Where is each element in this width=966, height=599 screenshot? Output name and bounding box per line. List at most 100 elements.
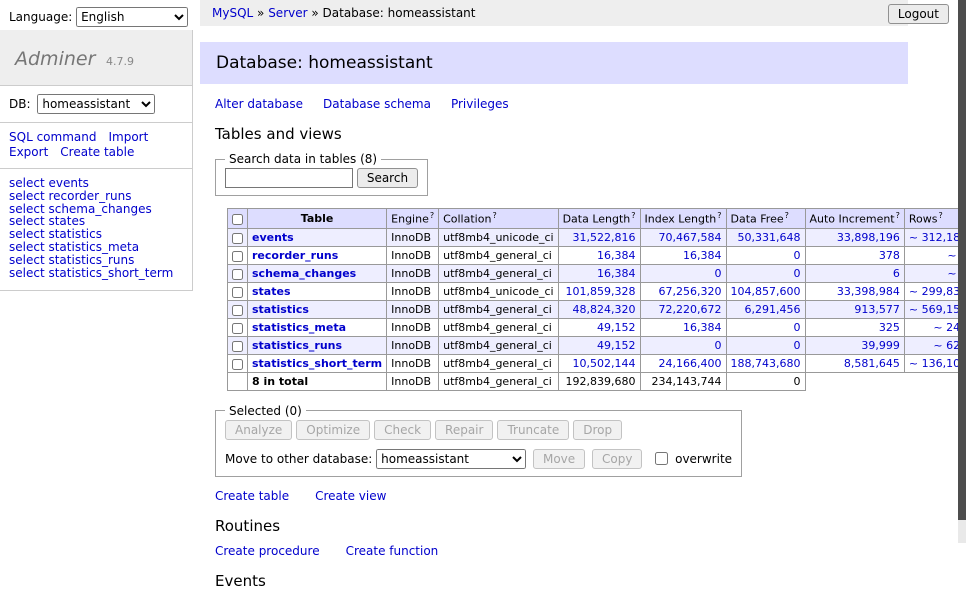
sidebar-select-events[interactable]: select events [9,177,183,190]
data-length-link[interactable]: 16,384 [597,267,636,280]
index-length-link[interactable]: 16,384 [683,249,722,262]
table-link-recorder-runs[interactable]: recorder_runs [252,249,338,262]
column-help-link[interactable]: ? [938,211,942,220]
move-button[interactable]: Move [533,449,585,469]
repair-button[interactable]: Repair [435,420,493,440]
data-free-link[interactable]: 188,743,680 [731,357,801,370]
column-help-link[interactable]: ? [717,211,721,220]
move-db-select[interactable]: homeassistant [376,449,526,469]
sidebar-select-statistics-short-term[interactable]: select statistics_short_term [9,267,183,280]
index-length-link[interactable]: 0 [715,339,722,352]
search-button[interactable]: Search [357,168,418,188]
column-help-link[interactable]: ? [430,211,434,220]
table-link-statistics-meta[interactable]: statistics_meta [252,321,346,334]
data-free-link[interactable]: 0 [794,321,801,334]
analyze-button[interactable]: Analyze [225,420,292,440]
drop-button[interactable]: Drop [573,420,622,440]
link-create-procedure[interactable]: Create procedure [215,544,320,558]
select-all-checkbox[interactable] [232,214,243,225]
sidebar-link-sql-command[interactable]: SQL command [9,130,96,144]
truncate-button[interactable]: Truncate [497,420,569,440]
table-name-cell: states [248,282,387,300]
scrollbar-thumb[interactable] [958,0,966,520]
data-free-link[interactable]: 6,291,456 [745,303,801,316]
table-link-statistics-runs[interactable]: statistics_runs [252,339,342,352]
row-checkbox[interactable] [232,341,243,352]
data-free-link[interactable]: 0 [794,249,801,262]
index-length-link[interactable]: 72,220,672 [659,303,722,316]
auto-increment-link[interactable]: 913,577 [854,303,900,316]
data-length-link[interactable]: 49,152 [597,339,636,352]
link-create-view[interactable]: Create view [315,489,386,503]
auto-increment-link[interactable]: 33,898,196 [837,231,900,244]
action-privileges[interactable]: Privileges [451,97,509,111]
data-free-link[interactable]: 0 [794,339,801,352]
row-checkbox[interactable] [232,287,243,298]
table-link-states[interactable]: states [252,285,291,298]
link-create-table[interactable]: Create table [215,489,289,503]
column-help-link[interactable]: ? [896,211,900,220]
data-length-link[interactable]: 16,384 [597,249,636,262]
column-header-table: Table [248,209,387,229]
data-free-link[interactable]: 0 [794,267,801,280]
row-checkbox[interactable] [232,251,243,262]
auto-increment-link[interactable]: 39,999 [861,339,900,352]
auto-increment-link[interactable]: 325 [879,321,900,334]
language-select[interactable]: English [76,7,188,27]
data-free-cell: 0 [726,246,805,264]
db-select[interactable]: homeassistant [37,94,155,114]
auto-increment-link[interactable]: 33,398,984 [837,285,900,298]
index-length-link[interactable]: 16,384 [683,321,722,334]
data-length-link[interactable]: 10,502,144 [573,357,636,370]
data-free-cell: 6,291,456 [726,300,805,318]
index-length-link[interactable]: 67,256,320 [659,285,722,298]
column-header-collation: Collation? [439,209,558,229]
action-alter-database[interactable]: Alter database [215,97,303,111]
data-length-link[interactable]: 101,859,328 [566,285,636,298]
breadcrumb-item-server[interactable]: Server [268,6,307,20]
sidebar-link-create-table[interactable]: Create table [60,145,134,159]
auto-increment-link[interactable]: 378 [879,249,900,262]
table-name-cell: statistics_meta [248,318,387,336]
data-length-link[interactable]: 48,824,320 [573,303,636,316]
sidebar-select-statistics-meta[interactable]: select statistics_meta [9,241,183,254]
column-help-link[interactable]: ? [785,211,789,220]
data-length-link[interactable]: 49,152 [597,321,636,334]
search-input[interactable] [225,168,353,188]
breadcrumb-item-mysql[interactable]: MySQL [212,6,253,20]
auto-increment-link[interactable]: 8,581,645 [844,357,900,370]
row-checkbox[interactable] [232,305,243,316]
sidebar-link-import[interactable]: Import [108,130,148,144]
link-create-function[interactable]: Create function [346,544,439,558]
sidebar-select-recorder-runs[interactable]: select recorder_runs [9,190,183,203]
check-button[interactable]: Check [374,420,431,440]
data-length-link[interactable]: 31,522,816 [573,231,636,244]
table-link-schema-changes[interactable]: schema_changes [252,267,356,280]
copy-button[interactable]: Copy [592,449,642,469]
table-link-statistics[interactable]: statistics [252,303,309,316]
action-database-schema[interactable]: Database schema [323,97,431,111]
index-length-link[interactable]: 0 [715,267,722,280]
index-length-link[interactable]: 70,467,584 [659,231,722,244]
row-checkbox[interactable] [232,359,243,370]
sidebar-select-statistics-runs[interactable]: select statistics_runs [9,254,183,267]
index-length-link[interactable]: 24,166,400 [659,357,722,370]
data-free-link[interactable]: 104,857,600 [731,285,801,298]
row-checkbox[interactable] [232,233,243,244]
table-link-events[interactable]: events [252,231,294,244]
vertical-scrollbar[interactable] [958,0,966,543]
column-help-link[interactable]: ? [492,211,496,220]
row-checkbox[interactable] [232,269,243,280]
language-label: Language: [9,10,72,24]
column-header-auto-increment: Auto Increment? [805,209,904,229]
logout-button[interactable]: Logout [888,4,949,24]
overwrite-checkbox[interactable] [655,452,668,465]
data-free-link[interactable]: 50,331,648 [738,231,801,244]
column-help-link[interactable]: ? [631,211,635,220]
sidebar-link-export[interactable]: Export [9,145,48,159]
table-link-statistics-short-term[interactable]: statistics_short_term [252,357,382,370]
auto-increment-link[interactable]: 6 [893,267,900,280]
row-checkbox[interactable] [232,323,243,334]
optimize-button[interactable]: Optimize [296,420,370,440]
sidebar-command-links: SQL command Import Export Create table [0,123,192,169]
